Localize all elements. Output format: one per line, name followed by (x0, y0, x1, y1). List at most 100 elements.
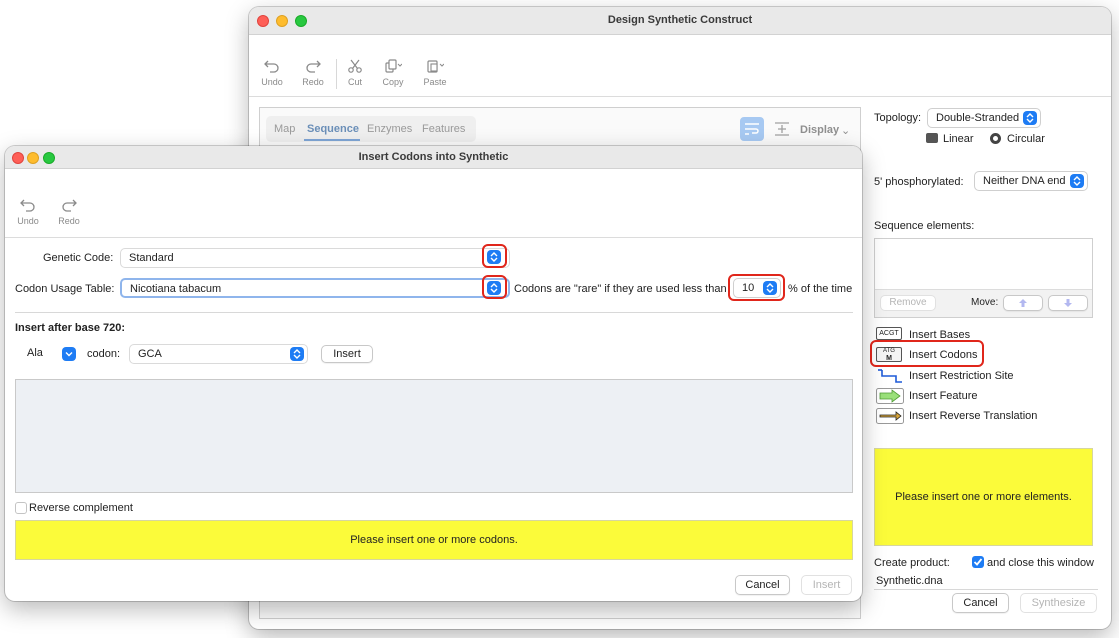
paste-icon (427, 60, 444, 73)
insert-codons-dialog: Insert Codons into Synthetic Undo Redo G… (5, 146, 862, 601)
insert-reverse-translation-option[interactable]: Insert Reverse Translation (874, 406, 1094, 426)
circular-radio-icon[interactable] (990, 133, 1001, 144)
fit-width-icon (775, 122, 789, 136)
codon-select[interactable]: GCA (129, 344, 308, 364)
dialog-insert-button[interactable]: Insert (801, 575, 852, 595)
genetic-code-value: Standard (129, 252, 174, 264)
circular-option[interactable]: Circular (1007, 133, 1045, 145)
insert-restriction-site-label: Insert Restriction Site (909, 370, 1014, 382)
close-window-checkbox[interactable] (972, 556, 984, 568)
phosphorylated-select[interactable]: Neither DNA end (974, 171, 1088, 191)
reverse-complement-label: Reverse complement (29, 502, 133, 514)
fit-width-button[interactable] (770, 117, 794, 141)
tab-enzymes[interactable]: Enzymes (367, 123, 412, 135)
move-down-button[interactable] (1048, 295, 1088, 311)
codon-value: GCA (138, 348, 162, 360)
move-up-button[interactable] (1003, 295, 1043, 311)
insert-feature-option[interactable]: Insert Feature (874, 386, 1094, 406)
dialog-undo-label: Undo (17, 216, 39, 226)
copy-icon (385, 59, 402, 73)
topology-value: Double-Stranded (936, 112, 1020, 124)
main-redo-button[interactable]: Redo (293, 59, 333, 87)
codon-usage-highlight (482, 275, 507, 299)
codons-status-message: Please insert one or more codons. (15, 520, 853, 560)
amino-acid-value: Ala (27, 347, 43, 359)
main-cut-label: Cut (347, 77, 362, 87)
tab-sequence[interactable]: Sequence (307, 123, 359, 135)
view-tabs: Map Sequence Enzymes Features (266, 116, 476, 142)
genetic-code-select[interactable]: Standard (120, 248, 510, 268)
main-redo-label: Redo (302, 77, 324, 87)
linear-icon (926, 133, 938, 143)
main-paste-button[interactable]: Paste (415, 59, 455, 87)
arrow-up-icon (1019, 299, 1027, 307)
acgt-icon: ACGT (876, 327, 902, 340)
sequence-elements-label: Sequence elements: (874, 220, 975, 232)
scissors-icon (348, 59, 362, 73)
main-copy-button[interactable]: Copy (373, 59, 413, 87)
tab-features[interactable]: Features (422, 123, 465, 135)
sequence-elements-footer: Remove Move: (875, 289, 1092, 317)
main-cancel-button[interactable]: Cancel (952, 593, 1009, 613)
insert-feature-label: Insert Feature (909, 390, 978, 402)
linear-option[interactable]: Linear (943, 133, 974, 145)
close-window-checkbox-label: and close this window (987, 557, 1095, 569)
product-filename-value: Synthetic.dna (876, 575, 943, 587)
codon-usage-select[interactable]: Nicotiana tabacum (120, 278, 510, 298)
undo-icon (264, 60, 279, 73)
dialog-cancel-button[interactable]: Cancel (735, 575, 790, 595)
checkmark-icon (973, 558, 983, 566)
elements-status-text: Please insert one or more elements. (895, 491, 1072, 503)
phosphorylated-label: 5' phosphorylated: (874, 176, 964, 188)
arrow-down-icon (1064, 299, 1072, 307)
main-window-title: Design Synthetic Construct (607, 14, 753, 26)
phosphorylated-stepper-icon (1070, 174, 1084, 188)
main-titlebar: Design Synthetic Construct (249, 7, 1111, 35)
codon-usage-value: Nicotiana tabacum (130, 283, 222, 295)
insert-after-label: Insert after base 720: (15, 322, 126, 334)
rare-threshold-prefix: Codons are "rare" if they are used less … (514, 283, 727, 295)
dialog-toolbar-border (5, 237, 862, 238)
sequence-elements-list[interactable]: Remove Move: (874, 238, 1093, 318)
codon-label: codon: (87, 348, 121, 360)
topology-select[interactable]: Double-Stranded (927, 108, 1041, 128)
dialog-redo-label: Redo (58, 216, 80, 226)
genetic-code-highlight (482, 244, 507, 268)
wrap-lines-icon (745, 123, 759, 135)
insert-restriction-site-option[interactable]: Insert Restriction Site (874, 366, 1094, 386)
codon-sequence-area[interactable] (15, 379, 853, 493)
codon-usage-label: Codon Usage Table: (15, 283, 115, 295)
dialog-undo-button[interactable]: Undo (8, 198, 48, 226)
wrap-lines-button[interactable] (740, 117, 764, 141)
main-paste-label: Paste (423, 77, 447, 87)
main-cut-button[interactable]: Cut (335, 59, 375, 87)
tab-map[interactable]: Map (274, 123, 295, 135)
dialog-titlebar: Insert Codons into Synthetic (5, 146, 862, 169)
main-undo-label: Undo (261, 77, 283, 87)
insert-codon-button[interactable]: Insert (321, 345, 373, 363)
undo-icon (20, 199, 35, 212)
redo-icon (62, 199, 77, 212)
reverse-translation-icon (876, 408, 904, 424)
dialog-redo-button[interactable]: Redo (49, 198, 89, 226)
genetic-code-label: Genetic Code: (43, 252, 114, 264)
remove-button[interactable]: Remove (880, 295, 936, 311)
reverse-complement-checkbox[interactable] (15, 502, 27, 514)
create-product-label: Create product: (874, 557, 950, 569)
synthesize-button[interactable]: Synthesize (1020, 593, 1097, 613)
main-undo-button[interactable]: Undo (252, 59, 292, 87)
product-filename-field[interactable]: Synthetic.dna (874, 572, 1098, 590)
move-label: Move: (971, 297, 999, 308)
restriction-site-icon (878, 369, 902, 383)
rare-threshold-highlight (728, 274, 785, 301)
insert-codons-highlight (870, 340, 984, 367)
dialog-title: Insert Codons into Synthetic (358, 151, 509, 163)
amino-acid-dropdown-icon[interactable] (62, 347, 76, 361)
topology-stepper-icon (1023, 111, 1037, 125)
redo-icon (306, 60, 321, 73)
display-menu[interactable]: Display (800, 124, 839, 136)
phosphorylated-value: Neither DNA end (983, 175, 1066, 187)
rare-threshold-suffix: % of the time (788, 283, 853, 295)
dialog-separator (15, 312, 853, 313)
codons-status-text: Please insert one or more codons. (350, 534, 518, 546)
